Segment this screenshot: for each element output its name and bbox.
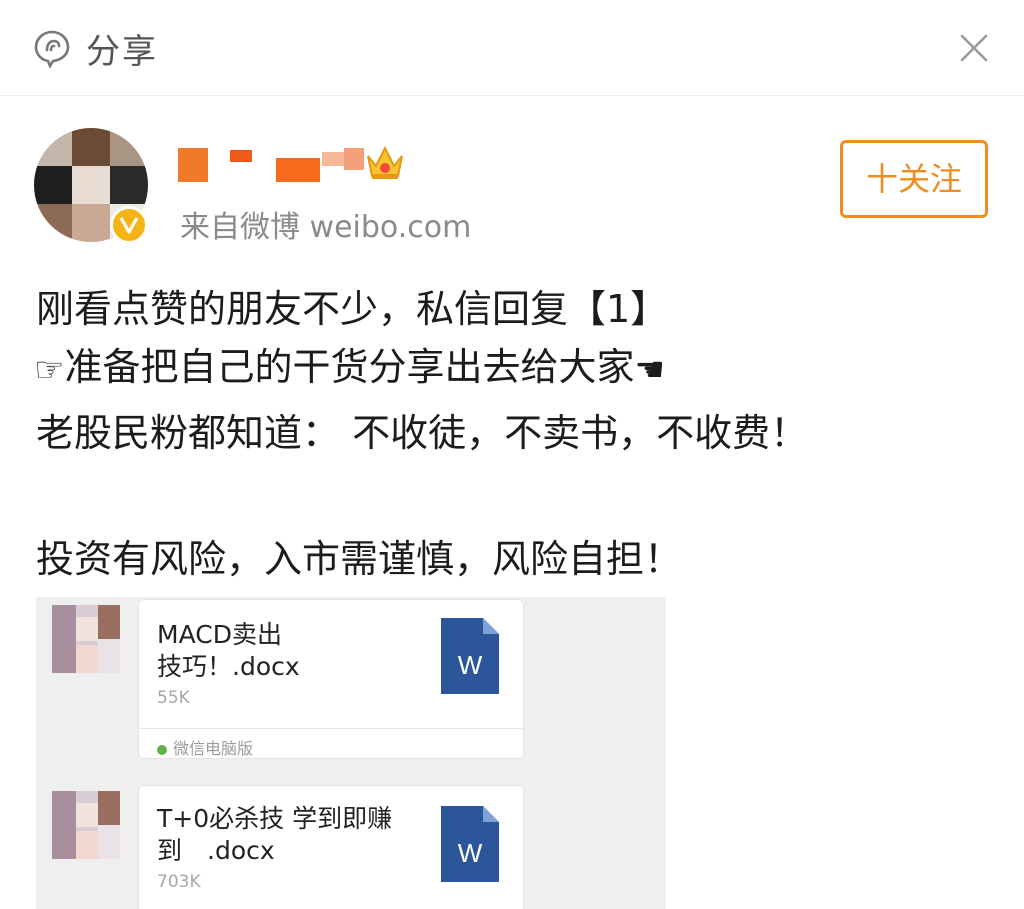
file-name: MACD卖出 xyxy=(157,620,282,649)
post-source: 来自微博 weibo.com xyxy=(180,210,472,245)
file-name-line-2: 技巧！.docx xyxy=(157,652,300,681)
close-icon[interactable] xyxy=(954,28,994,68)
wechat-dot-icon xyxy=(157,744,167,755)
word-doc-icon: W xyxy=(441,618,499,694)
file-size: 703K xyxy=(157,872,201,892)
post-image-chat-screenshot[interactable]: MACD卖出 技巧！.docx 55K W 微信电脑版 T+0必杀技 学到即赚 … xyxy=(36,597,666,909)
post-line-4: 投资有风险，入市需谨慎，风险自担！ xyxy=(36,537,683,581)
post-line-1: 刚看点赞的朋友不少，私信回复【1】 xyxy=(36,287,669,331)
svg-text:W: W xyxy=(458,650,483,680)
chat-avatar xyxy=(52,791,120,859)
file-size: 55K xyxy=(157,688,190,708)
file-message-card[interactable]: T+0必杀技 学到即赚 到 .docx 703K W xyxy=(138,785,524,909)
svg-text:W: W xyxy=(458,838,483,868)
chat-avatar xyxy=(52,605,120,673)
pointing-left-icon: ☚ xyxy=(634,349,665,390)
pointing-right-icon: ☞ xyxy=(34,349,65,390)
crown-icon xyxy=(367,145,403,179)
divider xyxy=(139,728,523,729)
file-name: T+0必杀技 学到即赚 xyxy=(157,804,393,833)
file-message-card[interactable]: MACD卖出 技巧！.docx 55K W 微信电脑版 xyxy=(138,599,524,759)
share-header: 分享 xyxy=(0,0,1024,96)
verified-badge-icon xyxy=(110,206,148,244)
page-title: 分享 xyxy=(86,32,158,72)
word-doc-icon: W xyxy=(441,806,499,882)
file-name-line-2: 到 .docx xyxy=(157,836,275,865)
post-line-3: 老股民粉都知道： 不收徒，不卖书，不收费！ xyxy=(36,411,809,455)
client-label: 微信电脑版 xyxy=(157,735,253,759)
share-bubble-icon[interactable] xyxy=(32,28,72,68)
post-line-2: ☞准备把自己的干货分享出去给大家☚ xyxy=(34,345,665,390)
follow-button[interactable]: 十关注 xyxy=(840,140,988,218)
